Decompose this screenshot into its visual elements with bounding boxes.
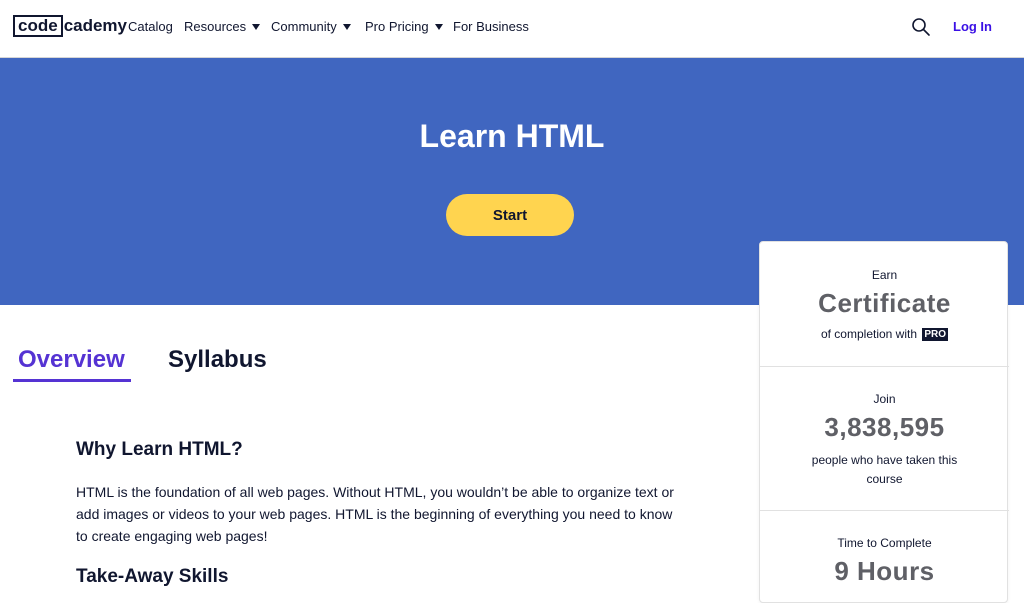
- logo-code-box: code: [13, 15, 63, 37]
- nav-community-label: Community: [271, 19, 337, 34]
- caret-down-icon: [342, 23, 351, 30]
- logo-cademy-text: cademy: [63, 16, 128, 35]
- caret-down-icon: [434, 23, 443, 30]
- earn-label: Earn: [871, 268, 898, 282]
- tab-overview[interactable]: Overview: [18, 346, 125, 374]
- learners-description: people who have taken this course: [811, 453, 958, 486]
- nav-catalog-label: Catalog: [128, 19, 173, 34]
- login-link[interactable]: Log In: [953, 19, 992, 34]
- why-learn-description: HTML is the foundation of all web pages.…: [76, 484, 674, 544]
- tab-syllabus[interactable]: Syllabus: [168, 346, 267, 374]
- why-learn-heading: Why Learn HTML?: [76, 439, 243, 460]
- course-stats-card: Earn Certificate of completion with PRO …: [759, 241, 1009, 603]
- learner-count: 3,838,595: [824, 412, 945, 442]
- time-to-complete-label: Time to Complete: [837, 536, 932, 550]
- nav-resources[interactable]: Resources: [184, 19, 261, 34]
- nav-resources-label: Resources: [184, 19, 247, 34]
- completion-text: of completion with: [820, 327, 918, 341]
- pro-badge: PRO: [922, 328, 949, 341]
- certificate-label: Certificate: [818, 288, 951, 318]
- search-icon[interactable]: [911, 17, 931, 37]
- top-navigation: code cademy Catalog Resources Community P…: [0, 0, 1024, 58]
- stats-divider: [760, 510, 1009, 511]
- start-button[interactable]: Start: [446, 194, 574, 236]
- time-to-complete-value: 9 Hours: [834, 556, 935, 586]
- nav-for-business-label: For Business: [453, 19, 529, 34]
- take-away-skills-heading: Take-Away Skills: [76, 566, 229, 587]
- join-label: Join: [873, 392, 896, 406]
- nav-catalog[interactable]: Catalog: [128, 19, 173, 34]
- completion-note: of completion with PRO: [760, 327, 1009, 341]
- course-title: Learn HTML: [419, 118, 605, 154]
- nav-pro-pricing-label: Pro Pricing: [365, 19, 429, 34]
- nav-community[interactable]: Community: [271, 19, 351, 34]
- codecademy-logo[interactable]: code cademy: [13, 14, 127, 38]
- nav-pro-pricing[interactable]: Pro Pricing: [365, 19, 443, 34]
- stats-divider: [760, 366, 1009, 367]
- active-tab-underline: [13, 379, 131, 382]
- caret-down-icon: [252, 23, 261, 30]
- nav-for-business[interactable]: For Business: [453, 19, 529, 34]
